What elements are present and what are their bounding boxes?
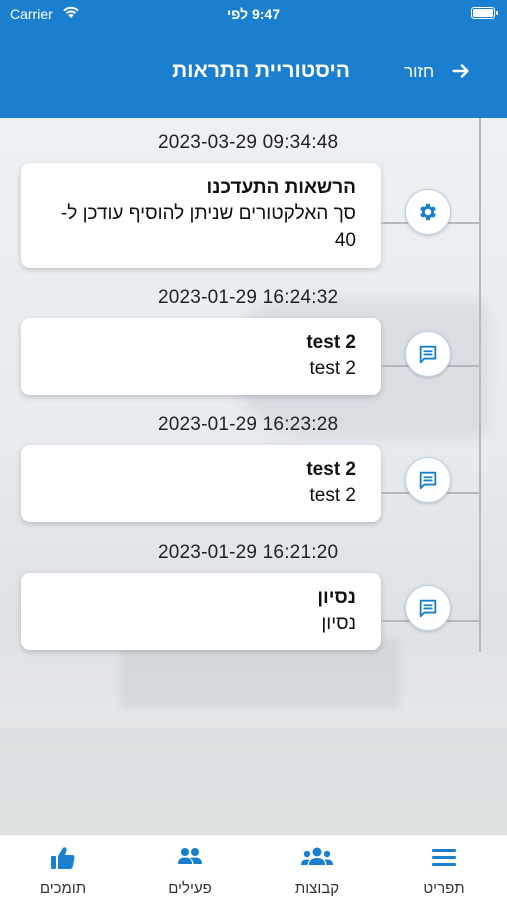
- tab-label: פעילים: [168, 880, 212, 897]
- tab-activists[interactable]: פעילים: [127, 835, 253, 900]
- app-header: Carrier 9:47 לפי היסטוריית התראות חזור: [0, 0, 507, 118]
- tab-menu[interactable]: תפריט: [381, 835, 507, 900]
- timeline-line: [479, 118, 481, 652]
- notification-title: הרשאות התעדכנו: [206, 177, 356, 198]
- notification-card[interactable]: הרשאות התעדכנו סך האלקטורים שניתן להוסיף…: [21, 163, 381, 268]
- notification-title: test 2: [306, 332, 356, 353]
- battery-icon: [471, 7, 498, 19]
- notification-timestamp: 2023-01-29 16:23:28: [158, 414, 339, 435]
- message-icon: [405, 457, 451, 503]
- menu-icon: [432, 849, 456, 866]
- notification-body-continued: 40: [334, 230, 356, 251]
- groups-icon: [301, 847, 333, 865]
- page-title: היסטוריית התראות: [172, 59, 350, 82]
- notification-timestamp: 2023-01-29 16:21:20: [158, 542, 339, 563]
- notifications-history[interactable]: 2023-03-29 09:34:48 הרשאות התעדכנו סך הא…: [0, 118, 507, 834]
- tab-groups[interactable]: קבוצות: [254, 835, 380, 900]
- back-label: חזור: [404, 62, 435, 81]
- thumbs-up-icon: [51, 847, 75, 869]
- notification-body: test 2: [309, 485, 356, 506]
- tab-supporters[interactable]: תומכים: [0, 835, 126, 900]
- notification-card[interactable]: test 2 test 2: [21, 318, 381, 395]
- status-bar: Carrier 9:47 לפי: [0, 0, 507, 30]
- notification-body: נסיון: [321, 613, 356, 634]
- activists-icon: [178, 848, 202, 864]
- notification-title: test 2: [306, 459, 356, 480]
- message-icon: [405, 331, 451, 377]
- back-button[interactable]: חזור: [398, 58, 478, 88]
- notification-body: סך האלקטורים שניתן להוסיף עודכן ל-: [60, 203, 356, 224]
- notification-timestamp: 2023-03-29 09:34:48: [158, 132, 339, 153]
- notification-card[interactable]: נסיון נסיון: [21, 573, 381, 650]
- bottom-tab-bar: תפריט קבוצות פעילים תומכים: [0, 834, 507, 900]
- arrow-right-icon: [452, 64, 469, 78]
- status-time: 9:47 לפי: [227, 6, 280, 22]
- gear-icon: [405, 189, 451, 235]
- tab-label: תומכים: [39, 880, 87, 897]
- notification-title: נסיון: [317, 587, 356, 608]
- message-icon: [405, 585, 451, 631]
- notification-timestamp: 2023-01-29 16:24:32: [158, 287, 339, 308]
- notification-body: test 2: [309, 358, 356, 379]
- tab-label: קבוצות: [294, 880, 340, 897]
- notification-card[interactable]: test 2 test 2: [21, 445, 381, 522]
- tab-label: תפריט: [423, 880, 465, 897]
